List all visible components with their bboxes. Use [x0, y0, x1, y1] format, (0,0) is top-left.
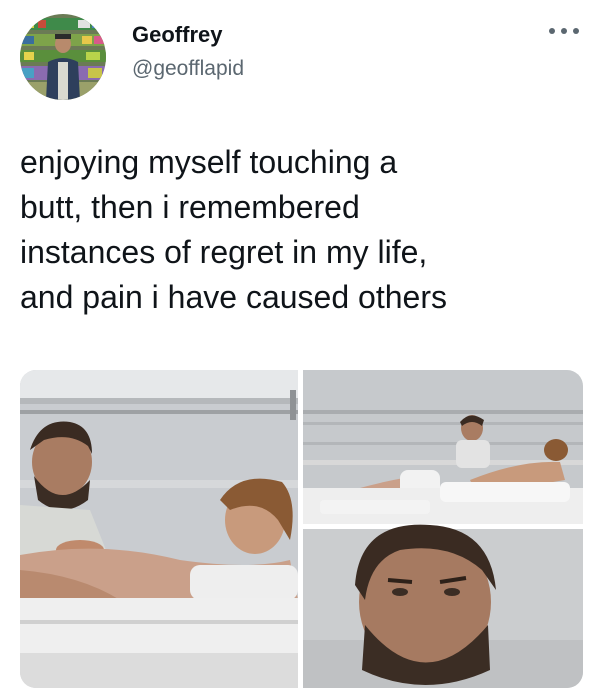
user-handle[interactable]: @geofflapid — [132, 57, 244, 81]
tweet-text-line: instances of regret in my life, — [20, 234, 428, 270]
tweet-text-line: and pain i have caused others — [20, 279, 447, 315]
tweet-text-line: enjoying myself touching a — [20, 144, 398, 180]
tweet-text: enjoying myself touching a butt, then i … — [20, 140, 580, 320]
display-name[interactable]: Geoffrey — [132, 22, 222, 48]
avatar[interactable] — [20, 14, 106, 100]
photo-top-right[interactable] — [303, 370, 583, 524]
photo-bottom-right[interactable] — [303, 524, 583, 688]
photo-left[interactable] — [20, 370, 298, 688]
tweet-text-line: butt, then i remembered — [20, 189, 360, 225]
more-options-icon[interactable] — [549, 22, 579, 40]
tweet-media[interactable] — [20, 370, 583, 688]
